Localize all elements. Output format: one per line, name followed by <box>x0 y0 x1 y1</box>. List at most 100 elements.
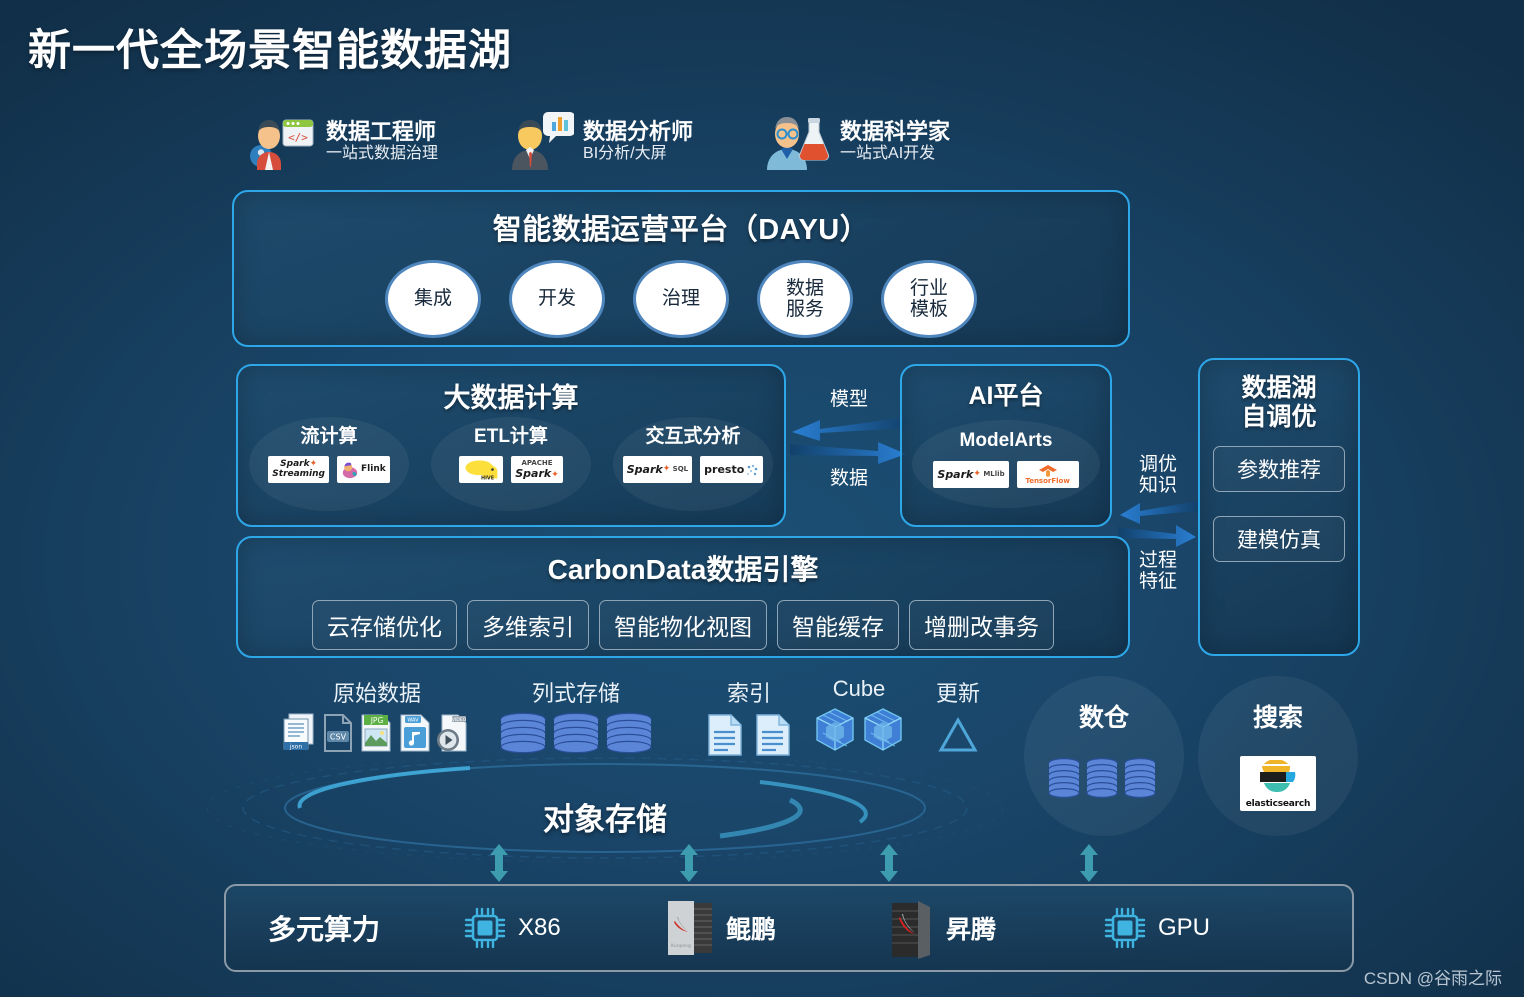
persona-title: 数据分析师 <box>583 118 694 144</box>
dayu-capability-list: 集成 开发 治理 数据 服务 行业 模板 <box>234 260 1128 338</box>
persona-data-engineer: </> 数据工程师 一站式数据治理 <box>245 108 438 175</box>
ai-platform-title: AI平台 <box>968 382 1044 410</box>
carbondata-feature-smart-materialized-view[interactable]: 智能物化视图 <box>599 600 767 650</box>
dayu-capability-industry-template[interactable]: 行业 模板 <box>881 260 977 338</box>
kunpeng-chip-icon: Kunpeng <box>668 901 712 955</box>
apache-spark-logo: APACHE Spark✦ <box>511 456 563 483</box>
arrows-carbon-tuning: 调优 知识 过程 特征 <box>1118 454 1198 593</box>
double-arrow-icon <box>490 844 508 882</box>
bd-group-interactive-analysis: 交互式分析 Spark ✦ SQL presto <box>609 417 777 511</box>
index-document-icon <box>756 714 790 756</box>
carbondata-engine-panel: CarbonData数据引擎 云存储优化 多维索引 智能物化视图 智能缓存 增删… <box>236 536 1130 658</box>
data-warehouse-label: 数仓 <box>1078 704 1129 732</box>
store-group-label: 索引 <box>726 681 771 706</box>
store-group-columnar-storage: 列式存储 <box>486 676 666 756</box>
dayu-capability-data-service[interactable]: 数据 服务 <box>757 260 853 338</box>
data-warehouse-circle[interactable]: 数仓 <box>1024 676 1184 836</box>
index-document-icon <box>708 714 742 756</box>
group-label: 流计算 <box>300 426 358 447</box>
wav-audio-file-icon: WAV <box>400 714 430 752</box>
persona-title: 数据工程师 <box>326 118 437 144</box>
item-label: 建模仿真 <box>1237 529 1321 552</box>
presto-logo: presto <box>700 456 764 483</box>
json-file-icon: json <box>283 713 314 751</box>
carbondata-feature-crud-transaction[interactable]: 增删改事务 <box>909 600 1054 650</box>
capability-label: 开发 <box>537 288 576 310</box>
item-label: 参数推荐 <box>1237 459 1321 482</box>
tensorflow-logo: TensorFlow <box>1016 461 1079 488</box>
arrow-label-tuning-knowledge: 调优 知识 <box>1118 454 1198 497</box>
ai-platform-panel: AI平台 ModelArts Spark ✦ MLlib TensorFlow <box>900 364 1112 527</box>
title-line2: 自调优 <box>1241 403 1317 431</box>
dayu-capability-integration[interactable]: 集成 <box>385 260 481 338</box>
svg-text:HIVE: HIVE <box>481 475 494 481</box>
csv-file-icon: CSV <box>324 714 352 752</box>
compute-item-gpu[interactable]: GPU <box>1102 905 1302 951</box>
modelarts-label: ModelArts <box>959 430 1053 451</box>
compute-item-kunpeng[interactable]: Kunpeng 鲲鹏 <box>662 897 882 959</box>
personas-row: </> 数据工程师 一站式数据治理 数据分析师 BI分析/大屏 数据科学家 一站… <box>245 108 950 175</box>
bd-group-stream-compute: 流计算 Spark✦ Streaming Flink <box>245 417 413 511</box>
compute-title: 多元算力 <box>268 914 381 945</box>
feature-label: 多维索引 <box>482 614 574 640</box>
database-stack-icon <box>1048 757 1156 799</box>
vertical-connector-arrows <box>490 844 1098 882</box>
modelarts-group: ModelArts Spark ✦ MLlib TensorFlow <box>912 420 1100 508</box>
persona-data-analyst: 数据分析师 BI分析/大屏 <box>504 108 693 175</box>
capability-label-line1: 行业 <box>909 277 948 299</box>
data-engineer-icon: </> <box>245 108 317 175</box>
svg-text:WAV: WAV <box>407 718 419 724</box>
watermark: CSDN @谷雨之际 <box>1363 969 1502 988</box>
delta-triangle-icon <box>938 716 978 752</box>
store-group-index: 索引 <box>690 676 808 758</box>
self-tuning-item-modeling-simulation[interactable]: 建模仿真 <box>1213 516 1345 562</box>
store-group-label: Cube <box>832 676 886 701</box>
store-group-update: 更新 <box>908 676 1008 756</box>
heterogeneous-compute-bar: 多元算力 X86 Kunpeng 鲲鹏 昇腾 GPU <box>224 884 1354 972</box>
dayu-capability-governance[interactable]: 治理 <box>633 260 729 338</box>
label-line2: 特征 <box>1138 570 1177 592</box>
store-group-raw-data: 原始数据 json CSV JPG WAV VIDEO <box>262 676 492 754</box>
spark-mllib-logo: Spark ✦ MLlib <box>933 461 1009 488</box>
svg-text:json: json <box>289 744 302 751</box>
big-data-title: 大数据计算 <box>443 383 579 413</box>
carbondata-feature-smart-cache[interactable]: 智能缓存 <box>777 600 899 650</box>
flink-logo: Flink <box>337 456 390 483</box>
feature-label: 云存储优化 <box>327 614 442 640</box>
data-lake-self-tuning-panel: 数据湖 自调优 参数推荐 建模仿真 <box>1198 358 1360 656</box>
label-line1: 调优 <box>1138 454 1177 475</box>
carbondata-feature-cloud-storage-optimization[interactable]: 云存储优化 <box>312 600 457 650</box>
bidirectional-arrow-icon <box>1118 500 1198 547</box>
dayu-capability-development[interactable]: 开发 <box>509 260 605 338</box>
carbondata-feature-list: 云存储优化 多维索引 智能物化视图 智能缓存 增删改事务 <box>238 600 1128 650</box>
arrow-label-model: 模型 <box>829 389 868 410</box>
page-title: 新一代全场景智能数据湖 <box>28 27 512 75</box>
label-line2: 知识 <box>1138 474 1177 496</box>
dayu-title: 智能数据运营平台（DAYU） <box>492 214 870 246</box>
feature-label: 智能缓存 <box>792 614 884 640</box>
capability-label: 治理 <box>661 288 700 310</box>
capability-label-line1: 数据 <box>785 277 824 299</box>
svg-text:CSV: CSV <box>330 733 347 742</box>
cpu-chip-icon <box>464 907 506 949</box>
compute-item-ascend[interactable]: 昇腾 <box>882 897 1102 959</box>
svg-text:</>: </> <box>288 131 308 144</box>
video-file-icon: VIDEO <box>437 714 467 752</box>
capability-label-line2: 服务 <box>785 299 824 320</box>
gpu-chip-icon <box>1104 907 1146 949</box>
capability-label: 集成 <box>413 288 452 310</box>
compute-label: X86 <box>518 914 561 941</box>
data-scientist-icon <box>759 108 831 175</box>
carbondata-feature-multidimensional-index[interactable]: 多维索引 <box>467 600 589 650</box>
self-tuning-item-parameter-recommendation[interactable]: 参数推荐 <box>1213 446 1345 492</box>
compute-label: GPU <box>1158 914 1211 941</box>
columnar-db-icon <box>553 712 599 754</box>
data-analyst-icon <box>504 108 576 175</box>
bd-group-etl-compute: ETL计算 HIVE APACHE Spark✦ <box>427 417 595 511</box>
search-circle[interactable]: 搜索 elasticsearch <box>1198 676 1358 836</box>
double-arrow-icon <box>680 844 698 882</box>
compute-item-x86[interactable]: X86 <box>462 905 662 951</box>
big-data-group-list: 流计算 Spark✦ Streaming Flink ETL计算 HIVE AP… <box>238 417 784 511</box>
persona-data-scientist: 数据科学家 一站式AI开发 <box>759 108 950 175</box>
svg-text:VIDEO: VIDEO <box>452 717 467 723</box>
